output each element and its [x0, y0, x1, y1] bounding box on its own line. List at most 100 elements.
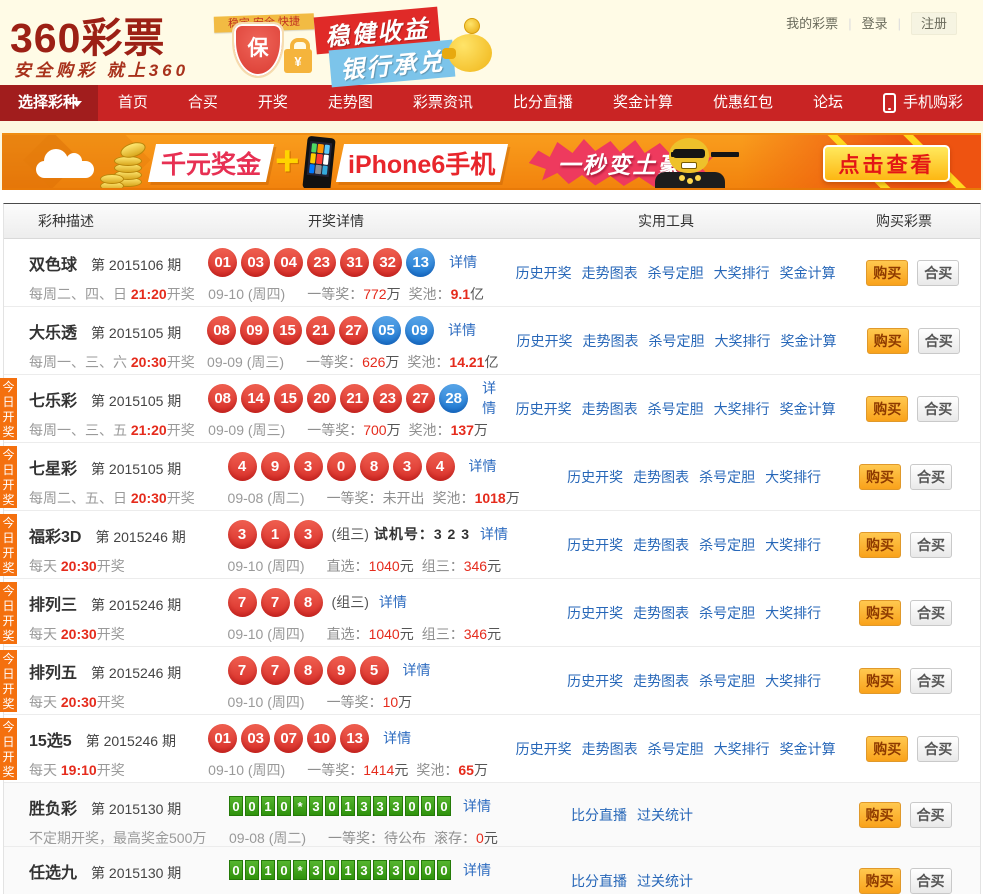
buy-button[interactable]: 购买 [859, 463, 902, 490]
lottery-name-link[interactable]: 七乐彩 [29, 393, 77, 410]
tool-link[interactable]: 杀号定胆 [699, 467, 755, 487]
promo-banner[interactable]: 千元奖金 + iPhone6手机 一秒变土豪 点击查看 [2, 133, 981, 190]
tool-link[interactable]: 历史开奖 [516, 739, 572, 759]
nav-item-draws[interactable]: 开奖 [238, 85, 308, 121]
my-lottery-link[interactable]: 我的彩票 [786, 16, 838, 31]
buy-button[interactable]: 购买 [866, 735, 909, 762]
tool-link[interactable]: 走势图表 [633, 603, 689, 623]
tool-link[interactable]: 走势图表 [633, 671, 689, 691]
tool-link[interactable]: 过关统计 [637, 805, 693, 825]
detail-link[interactable]: 详情 [449, 252, 477, 272]
nav-item-coupons[interactable]: 优惠红包 [693, 85, 793, 121]
tool-link[interactable]: 走势图表 [633, 535, 689, 555]
buy-button[interactable]: 购买 [866, 327, 909, 354]
tool-link[interactable]: 走势图表 [582, 399, 638, 419]
groupbuy-button[interactable]: 合买 [910, 599, 953, 626]
green-number-box: 0 [229, 796, 243, 816]
logo[interactable]: 360彩票 [10, 4, 165, 64]
groupbuy-button[interactable]: 合买 [909, 801, 952, 828]
detail-link[interactable]: 详情 [463, 860, 491, 880]
groupbuy-button[interactable]: 合买 [917, 395, 960, 422]
lottery-name-link[interactable]: 七星彩 [29, 461, 77, 478]
tool-link[interactable]: 走势图表 [633, 467, 689, 487]
lottery-name-link[interactable]: 大乐透 [29, 325, 77, 342]
register-link[interactable]: 注册 [910, 12, 957, 35]
groupbuy-button[interactable]: 合买 [917, 735, 960, 762]
buy-button[interactable]: 购买 [858, 867, 901, 894]
nav-item-prize-calc[interactable]: 奖金计算 [593, 85, 693, 121]
buy-button[interactable]: 购买 [859, 599, 902, 626]
tool-link[interactable]: 大奖排行 [765, 671, 821, 691]
tool-link[interactable]: 杀号定胆 [699, 603, 755, 623]
tool-link[interactable]: 大奖排行 [714, 739, 770, 759]
tool-link[interactable]: 杀号定胆 [699, 535, 755, 555]
tool-link[interactable]: 奖金计算 [780, 399, 836, 419]
tool-link[interactable]: 奖金计算 [780, 263, 836, 283]
tool-link[interactable]: 杀号定胆 [648, 331, 704, 351]
tool-link[interactable]: 杀号定胆 [648, 263, 704, 283]
lottery-select-dropdown[interactable]: 选择彩种 [0, 85, 98, 121]
tool-link[interactable]: 大奖排行 [714, 263, 770, 283]
tool-link[interactable]: 杀号定胆 [648, 739, 704, 759]
detail-link[interactable]: 详情 [403, 660, 431, 680]
nav-item-mobile[interactable]: 手机购彩 [863, 85, 983, 121]
detail-link[interactable]: 详情 [448, 320, 476, 340]
detail-link[interactable]: 详情 [480, 524, 508, 544]
tool-link[interactable]: 走势图表 [582, 263, 638, 283]
detail-link[interactable]: 详情 [383, 728, 411, 748]
nav-item-news[interactable]: 彩票资讯 [393, 85, 493, 121]
lottery-name-link[interactable]: 15选5 [29, 733, 72, 750]
buy-button[interactable]: 购买 [859, 667, 902, 694]
tool-link[interactable]: 历史开奖 [516, 263, 572, 283]
tool-link[interactable]: 比分直播 [571, 871, 627, 891]
tool-link[interactable]: 历史开奖 [516, 399, 572, 419]
nav-item-groupbuy[interactable]: 合买 [168, 85, 238, 121]
buy-button[interactable]: 购买 [858, 801, 901, 828]
groupbuy-button[interactable]: 合买 [910, 667, 953, 694]
tool-link[interactable]: 历史开奖 [567, 671, 623, 691]
buy-button[interactable]: 购买 [859, 531, 902, 558]
nav-item-home[interactable]: 首页 [98, 85, 168, 121]
nav-item-livescore[interactable]: 比分直播 [493, 85, 593, 121]
groupbuy-button[interactable]: 合买 [910, 463, 953, 490]
tool-link[interactable]: 走势图表 [582, 331, 638, 351]
lottery-name-link[interactable]: 胜负彩 [29, 801, 77, 818]
tool-link[interactable]: 过关统计 [637, 871, 693, 891]
tool-link[interactable]: 比分直播 [571, 805, 627, 825]
tool-link[interactable]: 杀号定胆 [648, 399, 704, 419]
detail-link[interactable]: 详情 [482, 378, 505, 418]
buy-button[interactable]: 购买 [866, 395, 909, 422]
tool-link[interactable]: 大奖排行 [714, 331, 770, 351]
banner-cta-button[interactable]: 点击查看 [823, 145, 950, 182]
nav-item-forum[interactable]: 论坛 [793, 85, 863, 121]
nav-item-trends[interactable]: 走势图 [308, 85, 393, 121]
groupbuy-button[interactable]: 合买 [909, 867, 952, 894]
tool-link[interactable]: 大奖排行 [714, 399, 770, 419]
tool-link[interactable]: 历史开奖 [567, 603, 623, 623]
lottery-name-link[interactable]: 排列三 [29, 597, 77, 614]
lottery-name-link[interactable]: 排列五 [29, 665, 77, 682]
groupbuy-button[interactable]: 合买 [910, 531, 953, 558]
detail-link[interactable]: 详情 [469, 456, 497, 476]
tool-link[interactable]: 杀号定胆 [699, 671, 755, 691]
detail-link[interactable]: 详情 [379, 592, 407, 612]
tool-link[interactable]: 历史开奖 [567, 535, 623, 555]
today-draw-tab: 今日开奖 [0, 378, 17, 440]
tool-link[interactable]: 大奖排行 [765, 467, 821, 487]
lottery-name-link[interactable]: 任选九 [29, 865, 77, 882]
groupbuy-button[interactable]: 合买 [917, 259, 960, 286]
tool-link[interactable]: 走势图表 [582, 739, 638, 759]
tool-link[interactable]: 奖金计算 [780, 331, 836, 351]
groupbuy-button[interactable]: 合买 [917, 327, 960, 354]
tool-link[interactable]: 奖金计算 [780, 739, 836, 759]
draw-info-line: 09-08 (周二) 一等奖：未开出 奖池：1018万 [227, 490, 520, 506]
lottery-name-link[interactable]: 福彩3D [29, 529, 81, 546]
login-link[interactable]: 登录 [862, 16, 888, 31]
detail-link[interactable]: 详情 [463, 796, 491, 816]
buy-button[interactable]: 购买 [866, 259, 909, 286]
tool-link[interactable]: 历史开奖 [516, 331, 572, 351]
tool-link[interactable]: 历史开奖 [567, 467, 623, 487]
tool-link[interactable]: 大奖排行 [765, 603, 821, 623]
lottery-name-link[interactable]: 双色球 [29, 257, 77, 274]
tool-link[interactable]: 大奖排行 [765, 535, 821, 555]
